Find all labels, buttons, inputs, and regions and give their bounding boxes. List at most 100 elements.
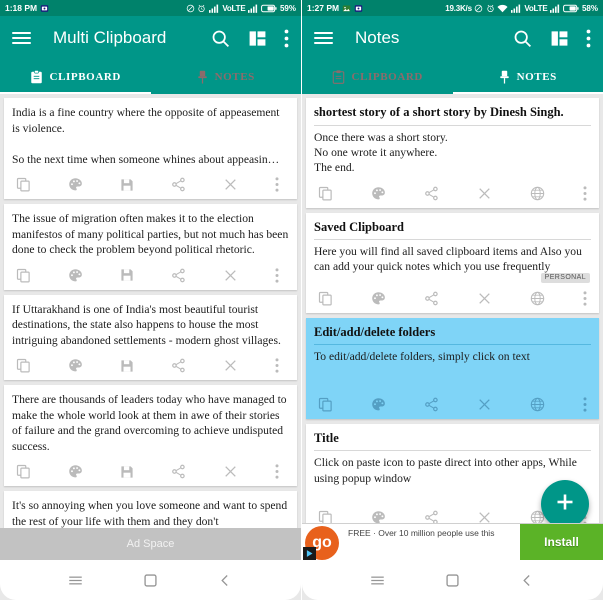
save-icon[interactable] <box>120 465 134 479</box>
list-item[interactable]: Saved Clipboard Here you will find all s… <box>306 212 599 313</box>
palette-icon[interactable] <box>371 291 386 306</box>
right-nav-bar <box>302 560 603 600</box>
share-icon[interactable] <box>424 291 439 306</box>
globe-icon[interactable] <box>530 186 545 201</box>
palette-icon[interactable] <box>371 397 386 412</box>
search-icon[interactable] <box>512 28 533 49</box>
globe-icon[interactable] <box>530 397 545 412</box>
copy-icon[interactable] <box>318 397 333 412</box>
card-actions <box>12 457 289 486</box>
more-vert-icon[interactable] <box>583 291 587 306</box>
menu-icon[interactable] <box>12 31 31 45</box>
note-title: shortest story of a short story by Dines… <box>314 105 591 126</box>
clipboard-list[interactable]: India is a fine country where the opposi… <box>0 94 301 600</box>
more-vert-icon[interactable] <box>583 185 587 201</box>
tab-clipboard[interactable]: CLIPBOARD <box>302 60 453 94</box>
copy-icon[interactable] <box>318 186 333 201</box>
battery-icon <box>261 4 278 13</box>
clipboard-text: There are thousands of leaders today who… <box>12 393 287 453</box>
back-icon[interactable] <box>218 573 233 588</box>
message-icon <box>354 4 363 13</box>
palette-icon[interactable] <box>68 177 83 192</box>
network-rate: 19.3K/s <box>445 3 472 13</box>
more-vert-icon[interactable] <box>275 358 279 373</box>
share-icon[interactable] <box>171 268 186 283</box>
copy-icon[interactable] <box>318 291 333 306</box>
copy-icon[interactable] <box>16 268 31 283</box>
left-tab-bar: CLIPBOARD NOTES <box>0 60 301 94</box>
list-item[interactable]: The issue of migration often makes it to… <box>4 204 297 290</box>
close-icon[interactable] <box>223 464 238 479</box>
tab-clipboard[interactable]: CLIPBOARD <box>0 60 151 94</box>
copy-icon[interactable] <box>16 177 31 192</box>
home-icon[interactable] <box>445 573 460 588</box>
clipboard-text: India is a fine country where the opposi… <box>12 106 280 166</box>
more-vert-icon[interactable] <box>275 177 279 192</box>
card-actions <box>314 284 591 313</box>
dashboard-icon[interactable] <box>550 29 569 48</box>
globe-icon[interactable] <box>530 291 545 306</box>
mute-icon <box>186 4 195 13</box>
close-icon[interactable] <box>223 358 238 373</box>
mute-icon <box>474 4 483 13</box>
save-icon[interactable] <box>120 178 134 192</box>
ad-banner[interactable]: go FREE · Over 10 million people use thi… <box>302 523 603 560</box>
note-title: Edit/add/delete folders <box>314 325 591 346</box>
back-icon[interactable] <box>520 573 535 588</box>
dual-screenshot-panel: 1:18 PM VoLTE 59% Multi Clipboard CLIPBO… <box>0 0 603 600</box>
list-item[interactable]: If Uttarakhand is one of India's most be… <box>4 294 297 381</box>
signal-icon <box>510 4 522 13</box>
list-item[interactable]: There are thousands of leaders today who… <box>4 385 297 487</box>
more-vert-icon[interactable] <box>275 268 279 283</box>
play-store-icon <box>303 547 316 560</box>
share-icon[interactable] <box>171 464 186 479</box>
more-vert-icon[interactable] <box>275 464 279 480</box>
list-item[interactable]: Edit/add/delete folders To edit/add/dele… <box>306 317 599 419</box>
share-icon[interactable] <box>424 186 439 201</box>
ad-space-placeholder[interactable]: Ad Space <box>0 528 301 560</box>
install-button[interactable]: Install <box>520 524 603 560</box>
close-icon[interactable] <box>223 177 238 192</box>
close-icon[interactable] <box>223 268 238 283</box>
dashboard-icon[interactable] <box>248 29 267 48</box>
add-note-fab[interactable] <box>541 480 589 528</box>
copy-icon[interactable] <box>16 358 31 373</box>
list-item[interactable]: India is a fine country where the opposi… <box>4 98 297 200</box>
note-title: Title <box>314 431 591 452</box>
palette-icon[interactable] <box>68 268 83 283</box>
more-vert-icon[interactable] <box>284 29 289 48</box>
battery-percent: 59% <box>279 3 296 13</box>
recents-icon[interactable] <box>370 573 385 588</box>
copy-icon[interactable] <box>16 464 31 479</box>
share-icon[interactable] <box>171 358 186 373</box>
list-item[interactable]: shortest story of a short story by Dines… <box>306 98 599 208</box>
tab-notes[interactable]: NOTES <box>151 60 302 94</box>
status-time: 1:27 PM <box>307 3 340 13</box>
more-vert-icon[interactable] <box>586 29 591 48</box>
card-actions <box>314 390 591 419</box>
status-badge: PERSONAL <box>540 272 590 283</box>
search-icon[interactable] <box>210 28 231 49</box>
save-icon[interactable] <box>120 359 134 373</box>
home-icon[interactable] <box>143 573 158 588</box>
close-icon[interactable] <box>477 186 492 201</box>
save-icon[interactable] <box>120 268 134 282</box>
palette-icon[interactable] <box>371 186 386 201</box>
note-body: Here you will find all saved clipboard i… <box>314 245 582 274</box>
palette-icon[interactable] <box>68 464 83 479</box>
share-icon[interactable] <box>171 177 186 192</box>
palette-icon[interactable] <box>68 358 83 373</box>
menu-icon[interactable] <box>314 31 333 45</box>
left-nav-bar <box>0 560 301 600</box>
close-icon[interactable] <box>477 291 492 306</box>
tab-notes[interactable]: NOTES <box>453 60 603 94</box>
more-vert-icon[interactable] <box>583 397 587 412</box>
battery-percent: 58% <box>581 3 598 13</box>
signal-2-icon <box>549 4 561 13</box>
card-actions <box>12 170 289 199</box>
share-icon[interactable] <box>424 397 439 412</box>
recents-icon[interactable] <box>68 573 83 588</box>
ad-logo: go <box>302 524 348 560</box>
close-icon[interactable] <box>477 397 492 412</box>
signal-icon <box>208 4 220 13</box>
